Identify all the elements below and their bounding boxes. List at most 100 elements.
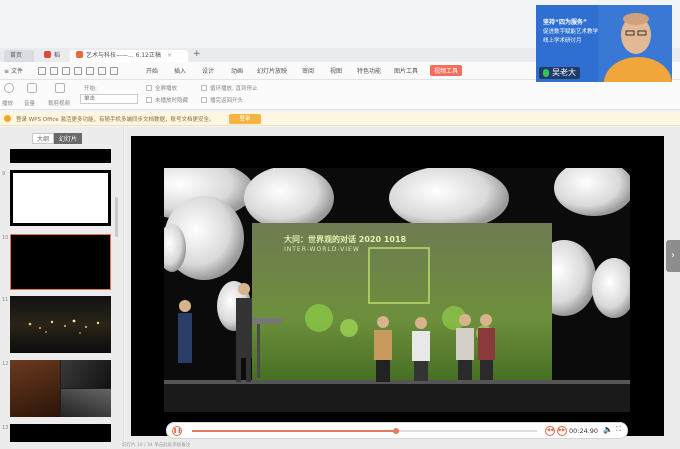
video-controls: ❚❚ ◀◀ ▶▶ 00:24.90 🔈 ⛶ [166, 422, 628, 439]
fullscreen-option[interactable]: 全屏播放 [146, 84, 177, 92]
volume-label[interactable]: 音量 [24, 99, 35, 107]
slide-thumbnail-panel: 大纲 幻灯片 9 10 11 12 13 [0, 127, 124, 449]
checkbox-icon [146, 97, 152, 103]
video-player[interactable]: 大问：世界观的对话 2020 1018 INTER-WORLD-VIEW [164, 168, 630, 412]
hide-label: 未播放时隐藏 [155, 98, 189, 104]
menu-file[interactable]: ≡ 文件 [4, 66, 23, 75]
thumbnail-photo [61, 360, 111, 388]
slide-number: 11 [2, 297, 9, 303]
rewind-option[interactable]: 播完返回开头 [201, 96, 243, 104]
step-back-icon[interactable]: ◀◀ [545, 426, 555, 436]
thumbnail-photo [10, 360, 60, 417]
tab-outline[interactable]: 大纲 [32, 133, 55, 144]
play-icon[interactable] [4, 83, 14, 93]
thumbnail-content [13, 173, 108, 223]
presenter-video [598, 5, 672, 82]
open-icon[interactable] [38, 67, 46, 75]
close-icon[interactable]: × [167, 52, 172, 59]
play-label[interactable]: 播放 [2, 99, 13, 107]
screen-title: 大问：世界观的对话 2020 1018 [284, 235, 407, 244]
slide-thumbnail-11[interactable] [10, 296, 111, 353]
slide-thumbnail-13[interactable] [10, 424, 111, 444]
playback-time: 00:24.90 [569, 427, 599, 435]
night-city-image [28, 319, 100, 334]
tab-slides[interactable]: 幻灯片 [54, 133, 83, 144]
menu-icon: ≡ [4, 68, 11, 75]
webcam-banner-line3: 线上学术研讨月 [543, 38, 582, 44]
slide-thumbnail-10-selected[interactable] [10, 234, 111, 290]
menu-file-label: 文件 [10, 68, 23, 75]
slide-thumbnail-8[interactable] [10, 149, 111, 163]
slide-number: 13 [2, 425, 9, 431]
menu-insert[interactable]: 插入 [174, 66, 186, 75]
fullscreen-icon[interactable]: ⛶ [616, 425, 621, 434]
presenter-name: 吴老大 [539, 67, 580, 79]
thumbnail-photo [61, 389, 111, 417]
print-icon[interactable] [62, 67, 70, 75]
tab-home[interactable]: 首页 [4, 50, 34, 62]
undo-icon[interactable] [98, 67, 106, 75]
screen-subtitle: INTER-WORLD-VIEW [284, 246, 360, 253]
webcam-banner-line2: 促进数字赋能艺术教学 [543, 29, 599, 35]
info-icon [4, 115, 11, 122]
menu-animation[interactable]: 动画 [231, 66, 243, 75]
presentation-icon [76, 51, 83, 58]
slide-number: 10 [2, 235, 9, 241]
checkbox-icon [201, 97, 207, 103]
login-notice-bar: 登录 WPS Office 激活更多功能，有随手机多端同步文档数据，账号文档更安… [0, 112, 680, 126]
slide-thumbnail-9[interactable] [10, 170, 111, 226]
trim-video-icon[interactable] [55, 83, 65, 93]
docer-icon [44, 51, 51, 58]
slide-number: 9 [2, 171, 6, 177]
rewind-label: 播完返回开头 [210, 98, 244, 104]
start-select[interactable]: 单击 [80, 94, 138, 104]
tab-document[interactable]: 艺术与科技——... 6.12正稿 × [70, 50, 188, 62]
menu-view[interactable]: 视图 [330, 66, 342, 75]
progress-knob[interactable] [392, 428, 399, 434]
new-tab-button[interactable]: + [193, 49, 201, 59]
progress-fill [192, 430, 396, 432]
trim-video-label[interactable]: 裁剪视频 [48, 99, 70, 107]
tab-docer[interactable]: 稻壳 [38, 50, 68, 71]
status-bar: 幻灯片 10 / 34 单击此处添加备注 [0, 442, 680, 449]
menu-picture-tools[interactable]: 图片工具 [394, 66, 418, 75]
tab-document-label: 艺术与科技——... 6.12正稿 [86, 52, 161, 59]
fullscreen-label: 全屏播放 [155, 86, 178, 92]
menu-review[interactable]: 审阅 [302, 66, 314, 75]
volume-icon[interactable]: 🔈 [603, 425, 613, 434]
tab-home-label: 首页 [10, 52, 23, 59]
hide-option[interactable]: 未播放时隐藏 [146, 96, 188, 104]
menu-video-tools[interactable]: 视频工具 [430, 65, 463, 76]
slide-thumbnail-12[interactable] [10, 360, 111, 417]
start-label: 开始: [84, 86, 97, 92]
step-forward-icon[interactable]: ▶▶ [557, 426, 567, 436]
loop-option[interactable]: 循环播放, 直到停止 [201, 84, 258, 92]
video-progress-bar[interactable] [192, 428, 537, 434]
webcam-overlay: 坚持“四为服务” 促进数字赋能艺术教学 线上学术研讨月 吴老大 [536, 5, 672, 82]
microphone-icon [543, 69, 549, 77]
volume-icon[interactable] [27, 83, 37, 93]
menu-start[interactable]: 开始 [146, 66, 158, 75]
ribbon-toolbar: 播放 音量 裁剪视频 开始: 单击 全屏播放 未播放时隐藏 循环播放, 直到停止… [0, 80, 680, 110]
panel-tabs: 大纲 幻灯片 [32, 133, 83, 144]
menu-features[interactable]: 特色功能 [357, 66, 381, 75]
preview-icon[interactable] [74, 67, 82, 75]
notice-text: 登录 WPS Office 激活更多功能，有随手机多端同步文档数据，账号文档更安… [16, 117, 215, 123]
login-button[interactable]: 登录 [229, 114, 261, 124]
panel-scrollbar[interactable] [115, 197, 118, 237]
export-icon[interactable] [86, 67, 94, 75]
stage-video-frame [164, 168, 630, 412]
presenter-name-text: 吴老大 [552, 68, 576, 77]
save-icon[interactable] [50, 67, 58, 75]
pause-icon[interactable]: ❚❚ [172, 426, 182, 436]
slide-number: 12 [2, 361, 9, 367]
chevron-right-icon[interactable]: › [666, 240, 680, 272]
checkbox-icon [201, 85, 207, 91]
menu-design[interactable]: 设计 [202, 66, 214, 75]
menu-slideshow[interactable]: 幻灯片放映 [257, 66, 287, 75]
webcam-banner-line1: 坚持“四为服务” [543, 19, 587, 26]
redo-icon[interactable] [110, 67, 118, 75]
checkbox-icon [146, 85, 152, 91]
loop-label: 循环播放, 直到停止 [210, 86, 258, 92]
status-text: 幻灯片 10 / 34 单击此处添加备注 [122, 443, 191, 448]
